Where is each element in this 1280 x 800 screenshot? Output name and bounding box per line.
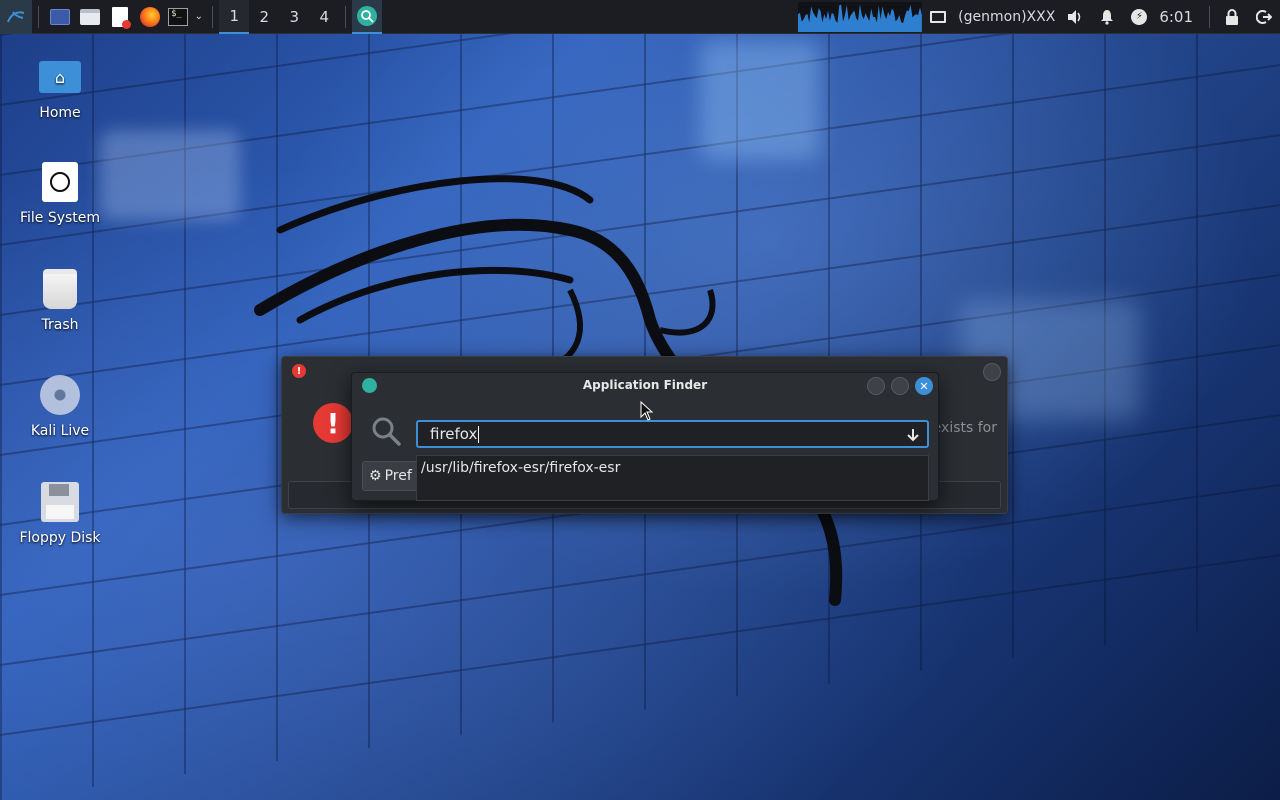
firefox-icon bbox=[139, 6, 160, 27]
taskbar-app-finder[interactable] bbox=[352, 0, 383, 34]
display-settings-button[interactable] bbox=[922, 0, 954, 34]
search-icon bbox=[357, 5, 378, 26]
workspace-2[interactable]: 2 bbox=[249, 0, 279, 34]
home-folder-icon: ⌂ bbox=[38, 55, 82, 99]
disc-icon bbox=[38, 373, 82, 417]
workspace-1[interactable]: 1 bbox=[219, 0, 250, 34]
text-editor-icon bbox=[111, 6, 131, 29]
drive-icon bbox=[38, 160, 82, 204]
preferences-label: Pref bbox=[384, 468, 412, 484]
arrow-down-icon[interactable] bbox=[907, 428, 919, 442]
desktop-icon-label: Floppy Disk bbox=[19, 530, 101, 546]
autocomplete-dropdown: /usr/lib/firefox-esr/firefox-esr bbox=[416, 455, 929, 501]
folder-icon bbox=[79, 8, 100, 25]
application-finder-window: Application Finder ✕ firefox ⚙ Pref /usr… bbox=[351, 372, 939, 501]
search-input-text: firefox bbox=[430, 425, 478, 443]
text-caret bbox=[478, 425, 480, 443]
desktop-icon-label: Trash bbox=[41, 317, 79, 333]
maximize-button[interactable] bbox=[891, 377, 909, 395]
floppy-icon bbox=[38, 480, 82, 524]
firefox-launcher[interactable] bbox=[135, 0, 165, 34]
lock-screen-button[interactable] bbox=[1216, 0, 1248, 34]
panel-right: (genmon)XXX ⚡ 6:01 bbox=[922, 0, 1280, 34]
search-icon bbox=[372, 417, 401, 446]
terminal-launcher[interactable]: $_ bbox=[165, 0, 191, 34]
close-icon: ✕ bbox=[919, 379, 929, 393]
desktop-icon bbox=[49, 8, 70, 25]
mouse-pointer-icon bbox=[640, 401, 654, 421]
kali-menu-button[interactable] bbox=[0, 0, 32, 34]
desktop-icon-label: File System bbox=[19, 210, 101, 226]
error-large-icon: ! bbox=[313, 403, 353, 443]
desktop-icon-home[interactable]: ⌂ Home bbox=[10, 55, 110, 121]
text-editor-launcher[interactable] bbox=[105, 0, 135, 34]
desktop-icon-floppy-disk[interactable]: Floppy Disk bbox=[10, 480, 110, 546]
panel-separator bbox=[1209, 5, 1211, 28]
window-title: Application Finder bbox=[582, 378, 708, 392]
bell-icon bbox=[1101, 9, 1114, 25]
desktop-icon-label: Home bbox=[39, 105, 81, 121]
desktop-icon-file-system[interactable]: File System bbox=[10, 160, 110, 226]
search-input[interactable]: firefox bbox=[416, 420, 929, 448]
volume-icon bbox=[1068, 9, 1081, 24]
notifications-button[interactable] bbox=[1091, 0, 1123, 34]
monitor-icon bbox=[930, 10, 947, 23]
close-button[interactable]: ✕ bbox=[915, 377, 933, 395]
minimize-button[interactable] bbox=[867, 377, 885, 395]
wallpaper-glow bbox=[700, 40, 820, 160]
gear-icon: ⚙ bbox=[369, 468, 382, 484]
power-manager-button[interactable]: ⚡ bbox=[1123, 0, 1155, 34]
autocomplete-item[interactable]: /usr/lib/firefox-esr/firefox-esr bbox=[421, 460, 924, 476]
clock[interactable]: 6:01 bbox=[1155, 0, 1203, 34]
terminal-dropdown[interactable]: ⌄ bbox=[191, 0, 206, 34]
power-plug-icon: ⚡ bbox=[1131, 8, 1148, 25]
error-titlebar-icon: ! bbox=[292, 364, 306, 378]
panel-separator bbox=[212, 5, 214, 28]
kali-logo-icon bbox=[7, 10, 25, 22]
logout-button[interactable] bbox=[1248, 0, 1280, 34]
chevron-down-icon: ⌄ bbox=[194, 11, 203, 22]
file-manager-launcher[interactable] bbox=[75, 0, 105, 34]
desktop-icon-label: Kali Live bbox=[30, 423, 90, 439]
preferences-button[interactable]: ⚙ Pref bbox=[362, 461, 418, 491]
show-desktop-button[interactable] bbox=[45, 0, 75, 34]
terminal-icon: $_ bbox=[168, 7, 189, 26]
error-close-button[interactable] bbox=[983, 363, 1001, 381]
workspace-3[interactable]: 3 bbox=[279, 0, 309, 34]
logout-icon bbox=[1256, 9, 1273, 24]
lock-icon bbox=[1226, 8, 1239, 25]
panel-separator bbox=[37, 5, 39, 28]
desktop-icon-trash[interactable]: Trash bbox=[10, 267, 110, 333]
panel-separator bbox=[345, 5, 347, 28]
desktop-icon-kali-live[interactable]: Kali Live bbox=[10, 373, 110, 439]
top-panel: $_ ⌄ 1 2 3 4 (genmon)XXX ⚡ 6:01 bbox=[0, 0, 1280, 34]
wallpaper-glow bbox=[100, 130, 240, 220]
trash-icon bbox=[38, 267, 82, 311]
volume-button[interactable] bbox=[1059, 0, 1091, 34]
genmon-label: (genmon)XXX bbox=[958, 8, 1056, 25]
workspace-4[interactable]: 4 bbox=[309, 0, 339, 34]
cpu-graph bbox=[798, 1, 923, 32]
error-message-text: exists for bbox=[932, 420, 997, 436]
